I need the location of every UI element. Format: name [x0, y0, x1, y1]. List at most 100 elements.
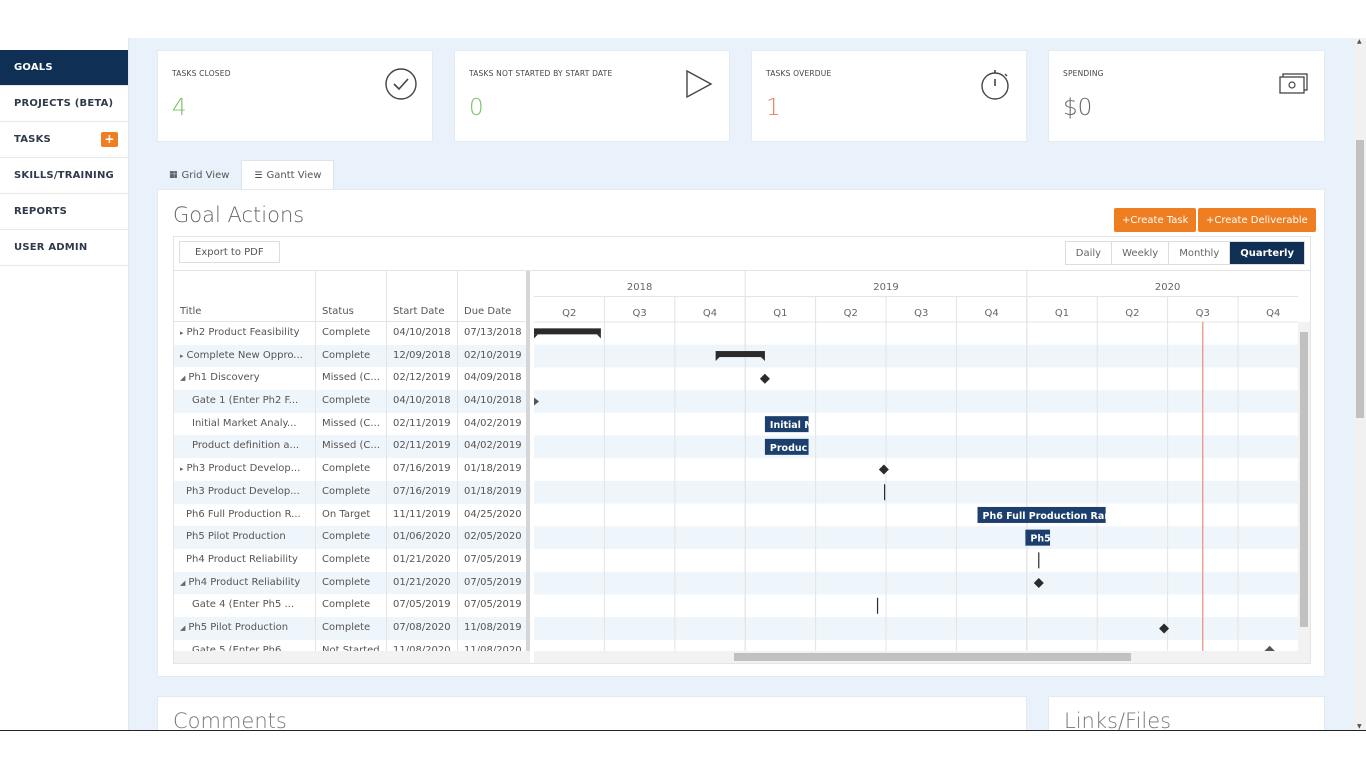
stopwatch-icon: [981, 70, 1009, 100]
play-icon: [686, 69, 713, 99]
table-row[interactable]: ◢ Ph4 Product Reliability Complete 01/21/20…: [174, 571, 526, 595]
cell-title: Gate 1 (Enter Ph2 F...: [192, 390, 308, 413]
cell-status: Complete: [322, 485, 371, 497]
cell-title-text: Ph1 Discovery: [188, 372, 260, 384]
table-row[interactable]: Gate 4 (Enter Ph5 ... Complete 07/05/2019 0…: [174, 594, 526, 617]
quarter-label: Q1: [773, 308, 787, 319]
expand-icon[interactable]: ▸: [180, 465, 184, 473]
create-deliverable-button[interactable]: +Create Deliverable: [1198, 208, 1316, 232]
task-bar-label: Initial M: [770, 420, 814, 431]
tab-gantt-view[interactable]: ☰ Gantt View: [241, 160, 335, 190]
expand-icon[interactable]: ▸: [180, 352, 184, 360]
sidebar-item-skills-training[interactable]: SKILLS/TRAINING: [0, 158, 128, 194]
scroll-down-icon[interactable]: ▼: [1357, 723, 1362, 730]
cell-status: Complete: [322, 599, 371, 611]
column-header-due-date[interactable]: Due Date: [464, 306, 511, 317]
add-task-icon[interactable]: +: [101, 132, 118, 147]
cell-due-date: 07/05/2019: [464, 576, 522, 588]
gantt-timeline: 2018 2019 2020 Q2 Q3 Q4 Q1 Q2 Q3 Q4 Q1 Q2 Q3 Q4 Initia…: [534, 271, 1298, 651]
timeline-vertical-scrollbar[interactable]: [1298, 322, 1310, 652]
cell-due-date: 11/08/2019: [464, 621, 522, 633]
table-row[interactable]: ▸ Ph3 Product Develop... Complete 07/16/201…: [174, 458, 526, 481]
grid-header: Title Status Start Date Due Date: [174, 271, 526, 322]
scroll-thumb[interactable]: [1300, 332, 1308, 627]
quarter-label: Q2: [1125, 308, 1139, 319]
cell-due-date: 01/18/2019: [464, 485, 522, 497]
view-daily-button[interactable]: Daily: [1066, 242, 1113, 264]
sidebar-item-projects[interactable]: PROJECTS (BETA): [0, 86, 128, 122]
cell-start-date: 11/11/2019: [393, 508, 451, 520]
row-stripe: [534, 526, 1298, 549]
main-content: TASKS CLOSED 4 TASKS NOT STARTED BY STAR…: [129, 38, 1354, 730]
quarter-label: Q4: [984, 308, 998, 319]
cell-status: Missed (C...: [322, 372, 380, 384]
cell-title: Ph6 Full Production R...: [186, 504, 308, 527]
export-pdf-button[interactable]: Export to PDF: [179, 241, 280, 263]
cell-start-date: 12/09/2018: [393, 349, 451, 361]
table-row[interactable]: ◢ Ph5 Pilot Production Complete 07/08/2020 1…: [174, 616, 526, 640]
cell-start-date: 07/05/2019: [393, 599, 451, 611]
table-row[interactable]: Ph4 Product Reliability Complete 01/21/202…: [174, 548, 526, 572]
collapse-icon[interactable]: ◢: [180, 579, 185, 587]
cell-title: ▸ Ph3 Product Develop...: [180, 458, 308, 481]
expand-icon[interactable]: ▸: [180, 329, 184, 337]
row-stripe: [534, 480, 1298, 504]
table-row[interactable]: Gate 1 (Enter Ph2 F... Complete 04/10/2018…: [174, 390, 526, 413]
stat-card-tasks-closed: TASKS CLOSED 4: [157, 50, 433, 142]
view-quarterly-button[interactable]: Quarterly: [1230, 242, 1304, 264]
cell-start-date: 07/16/2019: [393, 485, 451, 497]
row-stripe: [534, 617, 1298, 640]
milestone-marker: [878, 464, 889, 475]
timeline-horizontal-scrollbar[interactable]: [534, 651, 1310, 663]
scroll-thumb[interactable]: [1356, 140, 1364, 418]
view-monthly-button[interactable]: Monthly: [1169, 242, 1231, 264]
table-row[interactable]: Initial Market Analy... Missed (C... 02/11…: [174, 412, 526, 436]
scroll-up-icon[interactable]: ▲: [1357, 38, 1362, 45]
row-stripe: [534, 344, 1298, 368]
sidebar-item-tasks[interactable]: TASKS +: [0, 122, 128, 158]
cell-start-date: 02/11/2019: [393, 417, 451, 429]
table-row[interactable]: Ph5 Pilot Production Complete 01/06/2020 02…: [174, 526, 526, 549]
milestone-marker: [759, 373, 770, 384]
sidebar-item-label: GOALS: [14, 62, 53, 73]
grid-horizontal-scrollbar[interactable]: [174, 651, 530, 663]
sidebar-item-label: TASKS: [14, 134, 51, 145]
table-row[interactable]: Product definition a... Missed (C... 02/11…: [174, 435, 526, 459]
table-row[interactable]: Ph6 Full Production R... On Target 11/11/2…: [174, 503, 526, 527]
tab-grid-view[interactable]: ▦ Grid View: [157, 160, 241, 190]
collapse-icon[interactable]: ◢: [180, 624, 185, 632]
cell-status: Complete: [322, 349, 371, 361]
stat-value: $0: [1063, 95, 1093, 121]
sidebar-item-goals[interactable]: GOALS: [0, 50, 128, 86]
list-icon: ☰: [254, 170, 263, 181]
table-row[interactable]: ▸ Complete New Oppro... Complete 12/09/2018…: [174, 344, 526, 368]
check-circle-icon: [385, 68, 417, 100]
cell-title-text: Initial Market Analy...: [192, 417, 297, 429]
table-row[interactable]: Ph3 Product Develop... Complete 07/16/2019…: [174, 480, 526, 504]
sidebar-item-user-admin[interactable]: USER ADMIN: [0, 230, 128, 266]
collapse-icon[interactable]: ◢: [180, 374, 185, 382]
column-header-status[interactable]: Status: [322, 306, 354, 317]
summary-bar-cap: [596, 334, 601, 339]
summary-bar-cap: [534, 334, 538, 339]
column-header-start-date[interactable]: Start Date: [393, 306, 445, 317]
view-weekly-button[interactable]: Weekly: [1112, 242, 1170, 264]
money-icon: [1279, 73, 1308, 94]
table-row[interactable]: ▸ Ph2 Product Feasibility Complete 04/10/20…: [174, 322, 526, 345]
grid-rows: ▸ Ph2 Product Feasibility Complete 04/10/20…: [174, 322, 526, 663]
stat-value: 1: [766, 95, 781, 121]
cell-status: Complete: [322, 327, 371, 338]
panel-title: Goal Actions: [173, 203, 305, 227]
cell-title-text: Ph2 Product Feasibility: [186, 327, 300, 338]
scroll-thumb[interactable]: [734, 653, 1131, 661]
column-header-title[interactable]: Title: [180, 306, 201, 317]
create-task-button[interactable]: +Create Task: [1114, 208, 1197, 232]
cell-start-date: 07/08/2020: [393, 621, 451, 633]
table-row[interactable]: ◢ Ph1 Discovery Missed (C... 02/12/2019 04/0…: [174, 367, 526, 391]
cell-title: Initial Market Analy...: [192, 413, 308, 436]
cell-title: ◢ Ph5 Pilot Production: [180, 617, 308, 640]
page-scrollbar[interactable]: ▲ ▼: [1354, 38, 1366, 730]
cell-title-text: Ph3 Product Develop...: [186, 485, 300, 497]
sidebar-item-reports[interactable]: REPORTS: [0, 194, 128, 230]
cell-due-date: 04/02/2019: [464, 440, 522, 452]
